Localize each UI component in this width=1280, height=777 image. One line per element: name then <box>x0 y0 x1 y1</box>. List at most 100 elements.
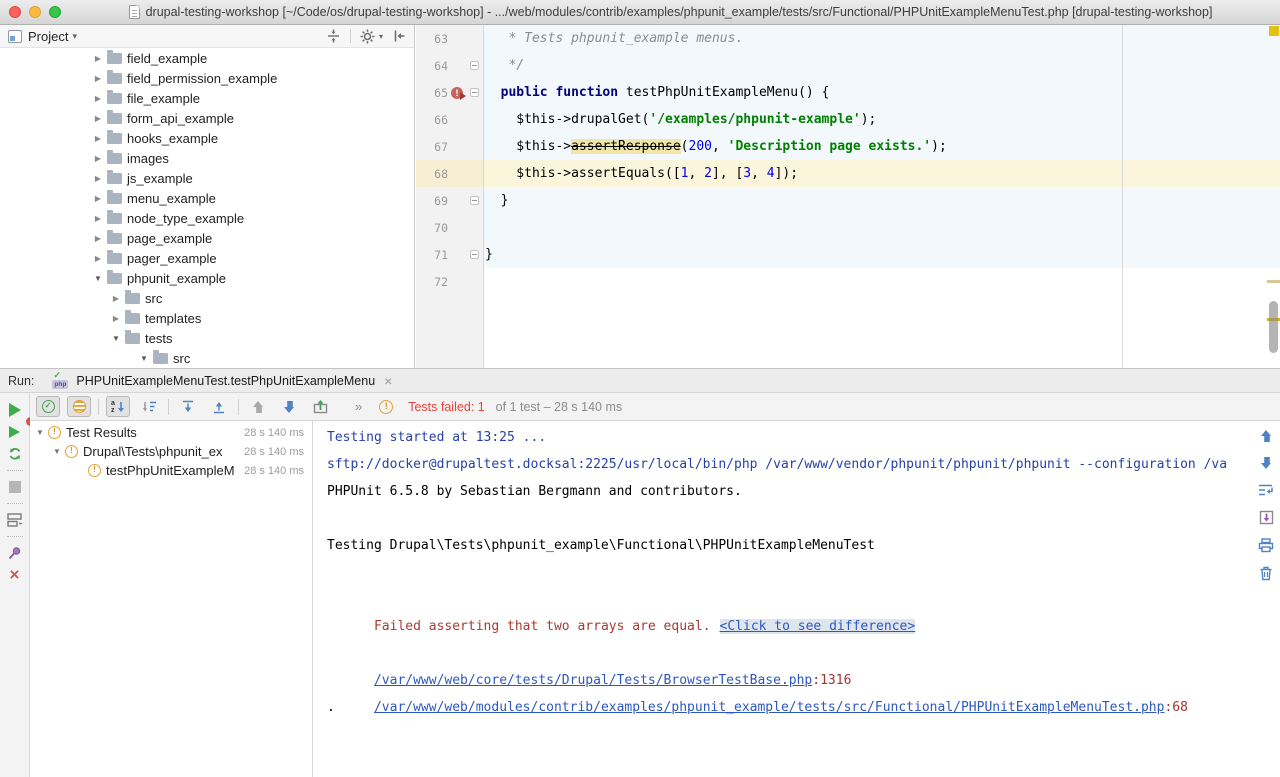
ignored-icon <box>73 400 86 413</box>
chevron-right-icon[interactable]: ▶ <box>110 294 122 303</box>
code-line-63[interactable]: 63 * Tests phpunit_example menus. <box>416 25 1280 52</box>
tree-item-pager-example[interactable]: ▶pager_example <box>0 248 414 268</box>
project-panel-title[interactable]: Project <box>28 29 68 44</box>
error-stripe-warning-marker[interactable] <box>1269 26 1279 36</box>
chevron-down-icon[interactable]: ▼ <box>36 428 48 437</box>
test-results-root-row[interactable]: ▼ ! Test Results 28 s 140 ms <box>30 423 312 442</box>
tree-item-src[interactable]: ▶src <box>0 288 414 308</box>
sort-alphabetically-toggle[interactable]: az <box>106 396 130 417</box>
previous-failed-test-button[interactable] <box>246 396 270 417</box>
chevron-right-icon[interactable]: ▶ <box>110 314 122 323</box>
fold-marker-icon[interactable] <box>470 61 479 70</box>
see-difference-link[interactable]: <Click to see difference> <box>720 619 916 634</box>
pin-tab-button[interactable] <box>0 542 29 564</box>
code-line-71[interactable]: 71 } <box>416 241 1280 268</box>
scrollbar-warning-marker[interactable] <box>1267 280 1280 283</box>
tree-item-js-example[interactable]: ▶js_example <box>0 168 414 188</box>
stacktrace-file-link[interactable]: /var/www/web/modules/contrib/examples/ph… <box>374 700 1165 715</box>
scroll-up-button[interactable] <box>1260 429 1272 446</box>
show-passed-toggle[interactable]: ✓ <box>36 396 60 417</box>
tree-item-page-example[interactable]: ▶page_example <box>0 228 414 248</box>
collapse-vertically-icon[interactable] <box>326 29 341 43</box>
zoom-window-button[interactable] <box>49 6 61 18</box>
code-line-68-current[interactable]: 68 $this->assertEquals([1, 2], [3, 4]); <box>416 160 1280 187</box>
scroll-to-end-button[interactable] <box>1259 510 1274 528</box>
settings-gear-icon[interactable] <box>360 29 375 44</box>
tree-item-tests-src[interactable]: ▼src <box>0 348 414 368</box>
collapse-all-button[interactable] <box>207 396 231 417</box>
chevron-right-icon[interactable]: ▶ <box>92 194 104 203</box>
stop-button[interactable] <box>0 476 29 498</box>
test-suite-row[interactable]: ▼ ! Drupal\Tests\phpunit_ex 28 s 140 ms <box>30 442 312 461</box>
minimize-window-button[interactable] <box>29 6 41 18</box>
soft-wrap-button[interactable] <box>1258 483 1274 500</box>
next-failed-test-button[interactable] <box>277 396 301 417</box>
chevron-right-icon[interactable]: ▶ <box>92 54 104 63</box>
code-line-72[interactable]: 72 <box>416 268 1280 295</box>
code-line-69[interactable]: 69 } <box>416 187 1280 214</box>
editor-scrollbar[interactable] <box>1266 25 1280 368</box>
tree-item-menu-example[interactable]: ▶menu_example <box>0 188 414 208</box>
folder-icon <box>107 193 122 204</box>
tree-item-phpunit-example[interactable]: ▼phpunit_example <box>0 268 414 288</box>
chevron-right-icon[interactable]: ▶ <box>92 214 104 223</box>
test-case-row[interactable]: ! testPhpUnitExampleM 28 s 140 ms <box>30 461 312 480</box>
folder-icon <box>107 133 122 144</box>
tree-item-node-type-example[interactable]: ▶node_type_example <box>0 208 414 228</box>
tree-item-file-example[interactable]: ▶file_example <box>0 88 414 108</box>
chevron-right-icon[interactable]: ▶ <box>92 74 104 83</box>
code-line-67[interactable]: 67 $this->assertResponse(200, 'Descripti… <box>416 133 1280 160</box>
clear-console-button[interactable] <box>1259 566 1273 584</box>
toggle-auto-test-button[interactable] <box>0 443 29 465</box>
fold-marker-icon[interactable] <box>470 88 479 97</box>
code-line-64[interactable]: 64 */ <box>416 52 1280 79</box>
code-line-65[interactable]: 65! public function testPhpUnitExampleMe… <box>416 79 1280 106</box>
chevron-right-icon[interactable]: ▶ <box>92 134 104 143</box>
tree-item-images[interactable]: ▶images <box>0 148 414 168</box>
close-window-button[interactable] <box>9 6 21 18</box>
tree-item-hooks-example[interactable]: ▶hooks_example <box>0 128 414 148</box>
failed-test-gutter-icon[interactable]: ! <box>451 87 463 99</box>
tree-item-tests[interactable]: ▼tests <box>0 328 414 348</box>
chevron-right-icon[interactable]: ▶ <box>92 94 104 103</box>
sort-by-duration-button[interactable] <box>137 396 161 417</box>
tree-item-form-api-example[interactable]: ▶form_api_example <box>0 108 414 128</box>
tree-item-field-example[interactable]: ▶field_example <box>0 48 414 68</box>
chevron-right-icon[interactable]: ▶ <box>92 154 104 163</box>
show-ignored-toggle[interactable] <box>67 396 91 417</box>
rerun-failed-tests-button[interactable]: ! <box>0 421 29 443</box>
expand-all-button[interactable] <box>176 396 200 417</box>
folder-icon <box>107 153 122 164</box>
run-configuration-tab[interactable]: ✓ php PHPUnitExampleMenuTest.testPhpUnit… <box>46 369 398 393</box>
scroll-down-button[interactable] <box>1260 456 1272 473</box>
restore-layout-button[interactable] <box>0 509 29 531</box>
export-test-results-button[interactable] <box>308 396 332 417</box>
fold-marker-icon[interactable] <box>470 196 479 205</box>
rerun-button[interactable] <box>0 399 29 421</box>
chevron-right-icon[interactable]: ▶ <box>92 254 104 263</box>
chevron-down-icon[interactable]: ▼ <box>53 447 65 456</box>
print-button[interactable] <box>1258 538 1274 556</box>
editor-empty-area[interactable] <box>416 295 1280 368</box>
chevron-right-icon[interactable]: ▶ <box>92 234 104 243</box>
tree-item-field-permission-example[interactable]: ▶field_permission_example <box>0 68 414 88</box>
close-tab-icon[interactable]: × <box>384 374 392 388</box>
chevron-down-icon[interactable]: ▼ <box>138 354 150 363</box>
code-editor[interactable]: 63 * Tests phpunit_example menus. 64 */ … <box>416 25 1280 368</box>
code-line-70[interactable]: 70 <box>416 214 1280 241</box>
chevron-right-icon[interactable]: ▶ <box>92 114 104 123</box>
more-options-icon[interactable]: » <box>355 399 362 414</box>
hide-panel-icon[interactable] <box>392 29 406 43</box>
tree-item-templates[interactable]: ▶templates <box>0 308 414 328</box>
chevron-down-icon[interactable]: ▼ <box>92 274 104 283</box>
scrollbar-thumb[interactable] <box>1269 301 1278 353</box>
fold-marker-icon[interactable] <box>470 250 479 259</box>
code-line-66[interactable]: 66 $this->drupalGet('/examples/phpunit-e… <box>416 106 1280 133</box>
caret-down-icon[interactable]: ▾ <box>72 31 77 42</box>
console-blank-line <box>327 559 1252 586</box>
chevron-down-icon[interactable]: ▼ <box>110 334 122 343</box>
chevron-right-icon[interactable]: ▶ <box>92 174 104 183</box>
test-console-output[interactable]: Testing started at 13:25 ... sftp://dock… <box>314 421 1252 777</box>
stacktrace-file-link[interactable]: /var/www/web/core/tests/Drupal/Tests/Bro… <box>374 673 812 688</box>
close-panel-button[interactable]: × <box>0 564 29 586</box>
